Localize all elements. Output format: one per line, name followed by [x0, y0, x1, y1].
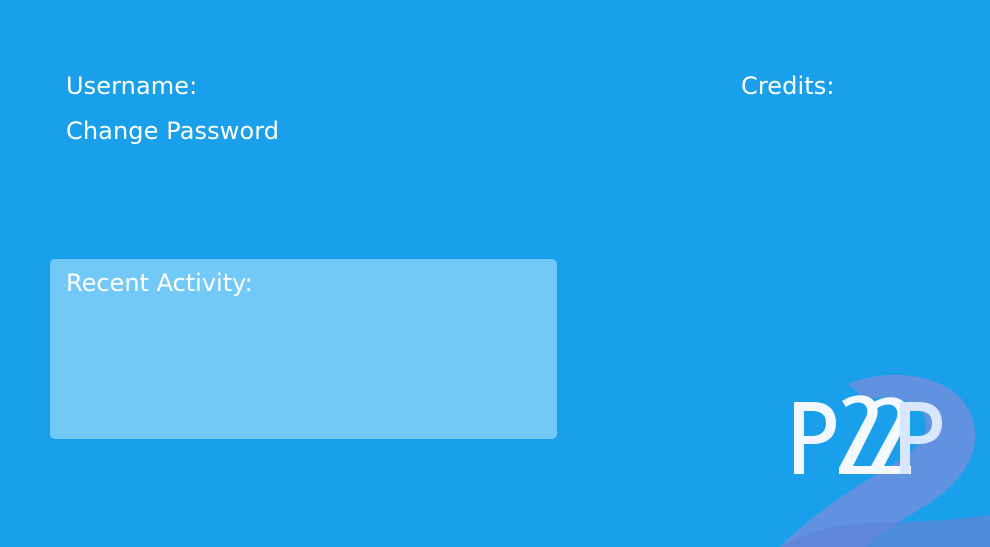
username-label: Username: — [66, 72, 198, 100]
change-password-link[interactable]: Change Password — [66, 119, 279, 143]
recent-activity-panel: Recent Activity: — [50, 259, 557, 439]
credits-label: Credits: — [741, 72, 835, 100]
recent-activity-title: Recent Activity: — [66, 269, 253, 297]
p2p-logo — [780, 370, 990, 547]
